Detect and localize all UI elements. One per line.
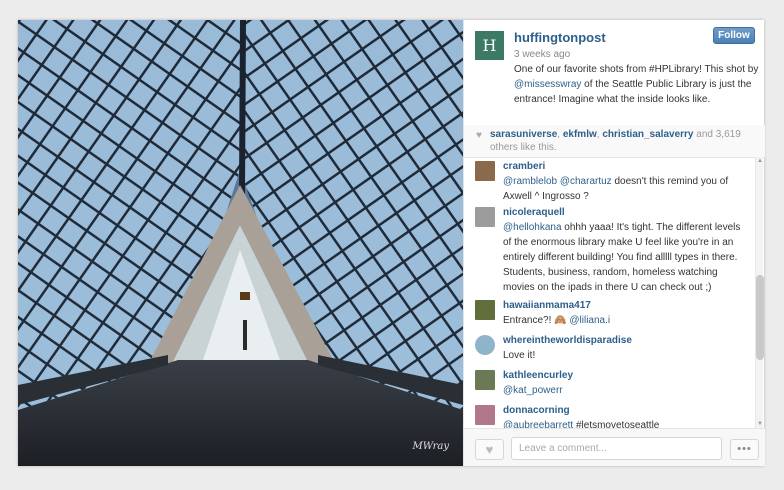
post-photo[interactable]: MWray: [18, 20, 463, 466]
follow-button[interactable]: Follow: [713, 27, 755, 44]
commenter-username[interactable]: donnacorning: [503, 405, 570, 416]
likes-text: sarasuniverse, ekfmlw, christian_salaver…: [490, 128, 760, 154]
post-timestamp: 3 weeks ago: [514, 49, 571, 60]
comments-list: cramberi @ramblelob @charartuz doesn't t…: [464, 157, 765, 428]
commenter-avatar[interactable]: [475, 335, 495, 355]
comment-item: kathleencurley @kat_powerr: [464, 370, 752, 402]
likes-suffix: others like this.: [490, 142, 557, 153]
liker-link[interactable]: sarasuniverse: [490, 129, 557, 140]
post-caption: One of our favorite shots from #HPLibrar…: [514, 62, 760, 107]
comment-item: nicoleraquell @hellohkana ohhh yaaa! It'…: [464, 207, 752, 297]
commenter-username[interactable]: cramberi: [503, 161, 545, 172]
scroll-up-arrow-icon[interactable]: ▲: [756, 157, 764, 165]
post-header: H huffingtonpost 3 weeks ago Follow One …: [464, 20, 765, 125]
comment-mention[interactable]: @aubreebarrett: [503, 420, 573, 428]
comment-input[interactable]: [511, 437, 722, 460]
commenter-avatar[interactable]: [475, 300, 495, 320]
photo-watermark: MWray: [412, 441, 449, 452]
comment-mention[interactable]: @hellohkana: [503, 222, 562, 233]
likes-summary: ♥ sarasuniverse, ekfmlw, christian_salav…: [464, 125, 765, 157]
owner-avatar[interactable]: H: [475, 31, 504, 60]
library-photo-image: [18, 20, 463, 466]
liker-link[interactable]: christian_salaverry: [602, 129, 693, 140]
comment-item: cramberi @ramblelob @charartuz doesn't t…: [464, 161, 752, 204]
commenter-username[interactable]: whereintheworldisparadise: [503, 335, 632, 346]
caption-mention-link[interactable]: @missesswray: [514, 79, 581, 90]
likes-count[interactable]: 3,619: [716, 129, 741, 140]
heart-icon: ♥: [476, 130, 482, 141]
owner-username-link[interactable]: huffingtonpost: [514, 30, 606, 45]
comment-body: Entrance?! 🙈: [503, 315, 570, 326]
comment-text: Love it!: [503, 348, 747, 363]
comment-footer: ♥ •••: [464, 428, 765, 466]
comment-body: #letsmovetoseattle: [573, 420, 660, 428]
comment-item: donnacorning @aubreebarrett #letsmovetos…: [464, 405, 752, 428]
comment-item: whereintheworldisparadise Love it!: [464, 335, 752, 367]
commenter-avatar[interactable]: [475, 161, 495, 181]
comment-text: @aubreebarrett #letsmovetoseattle: [503, 418, 747, 428]
commenter-avatar[interactable]: [475, 405, 495, 425]
comment-body: Love it!: [503, 350, 536, 361]
caption-text-start: One of our favorite shots from #HPLibrar…: [514, 64, 759, 75]
comment-item: hawaiianmama417 Entrance?! 🙈 @liliana.i: [464, 300, 752, 332]
more-options-button[interactable]: •••: [730, 439, 759, 460]
scrollbar-thumb[interactable]: [756, 275, 764, 360]
comment-text: @hellohkana ohhh yaaa! It's tight. The d…: [503, 220, 747, 295]
heart-icon: ♥: [485, 441, 494, 457]
comment-text: @ramblelob @charartuz doesn't this remin…: [503, 174, 747, 204]
commenter-username[interactable]: nicoleraquell: [503, 207, 565, 218]
commenter-username[interactable]: hawaiianmama417: [503, 300, 591, 311]
comment-mention[interactable]: @ramblelob @charartuz: [503, 176, 612, 187]
scroll-down-arrow-icon[interactable]: ▼: [756, 420, 764, 428]
comment-mention[interactable]: @kat_powerr: [503, 385, 563, 396]
commenter-avatar[interactable]: [475, 370, 495, 390]
comment-text: Entrance?! 🙈 @liliana.i: [503, 313, 747, 328]
photo-modal: MWray H huffingtonpost 3 weeks ago Follo…: [18, 20, 765, 466]
liker-link[interactable]: ekfmlw: [563, 129, 597, 140]
comments-scrollbar[interactable]: ▲ ▼: [755, 157, 764, 428]
commenter-username[interactable]: kathleencurley: [503, 370, 573, 381]
post-details-panel: H huffingtonpost 3 weeks ago Follow One …: [463, 20, 765, 466]
like-button[interactable]: ♥: [475, 439, 504, 460]
comment-mention[interactable]: @liliana.i: [569, 315, 610, 326]
commenter-avatar[interactable]: [475, 207, 495, 227]
comment-text: @kat_powerr: [503, 383, 747, 398]
likes-and: and: [693, 129, 716, 140]
